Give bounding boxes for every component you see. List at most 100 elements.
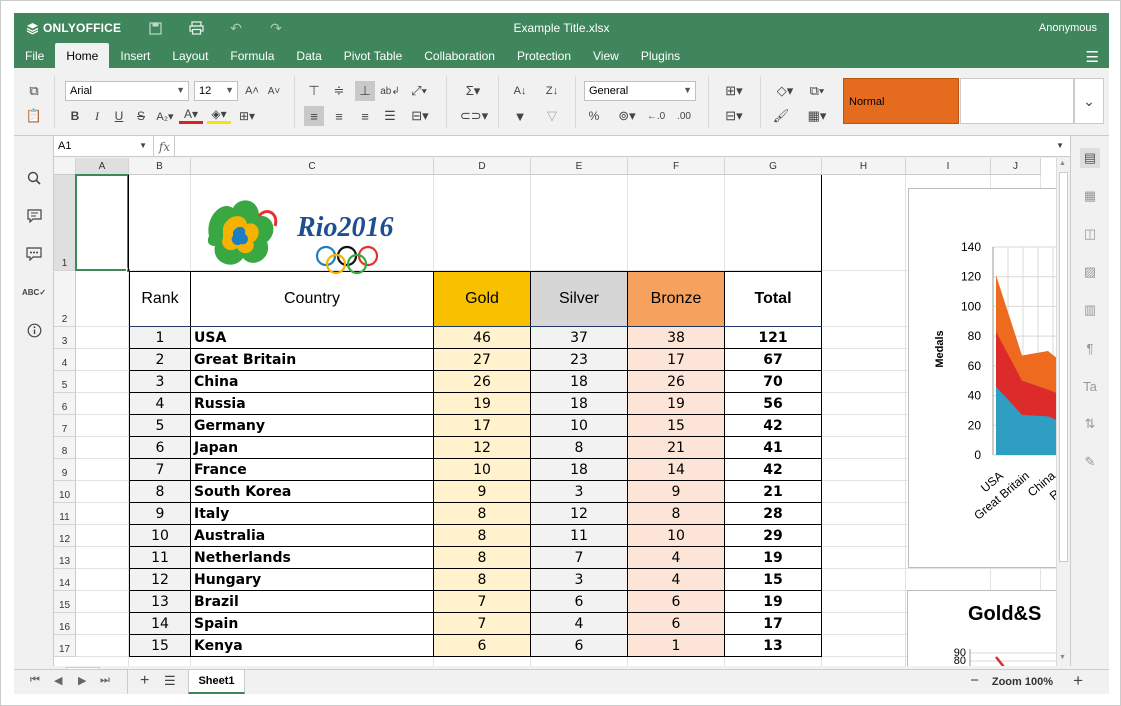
tab-view[interactable]: View (582, 43, 630, 68)
country-cell[interactable]: Australia (191, 525, 434, 547)
table-cell[interactable]: 3 (129, 371, 191, 393)
italic-icon[interactable]: I (87, 106, 107, 126)
header-total[interactable]: Total (725, 271, 822, 327)
country-cell[interactable]: Russia (191, 393, 434, 415)
table-cell[interactable]: 37 (531, 327, 628, 349)
table-cell[interactable]: 38 (628, 327, 725, 349)
table-cell[interactable]: 8 (434, 547, 531, 569)
table-cell[interactable]: 6 (628, 613, 725, 635)
table-cell[interactable]: 15 (628, 415, 725, 437)
tab-layout[interactable]: Layout (161, 43, 219, 68)
table-cell[interactable]: 6 (628, 591, 725, 613)
table-cell[interactable]: 18 (531, 459, 628, 481)
country-cell[interactable]: Netherlands (191, 547, 434, 569)
tab-formula[interactable]: Formula (219, 43, 285, 68)
format-as-table-icon[interactable]: ▦▾ (803, 106, 831, 126)
delete-cells-icon[interactable]: ⊟▾ (720, 106, 748, 126)
name-box[interactable]: A1 ▼ (54, 136, 154, 157)
search-icon[interactable] (24, 168, 44, 188)
header-silver[interactable]: Silver (531, 271, 628, 327)
spreadsheet-grid[interactable]: A B C D E F G H I J 1 2 3 4 5 6 7 8 9 10 11 12 13 14 15 16 17 Rank C… (54, 158, 1070, 666)
chevron-down-icon[interactable]: ⌄ (1074, 78, 1104, 124)
table-cell[interactable]: 10 (129, 525, 191, 547)
table-cell[interactable]: 5 (129, 415, 191, 437)
sort-descending-icon[interactable]: Z↓ (542, 81, 562, 101)
table-cell[interactable]: 8 (434, 569, 531, 591)
table-cell[interactable]: 8 (434, 503, 531, 525)
table-cell[interactable]: 3 (531, 481, 628, 503)
table-cell[interactable]: 26 (434, 371, 531, 393)
add-sheet-icon[interactable]: + (140, 672, 149, 690)
copy-icon[interactable]: ⧉ (24, 81, 44, 101)
tab-collaboration[interactable]: Collaboration (413, 43, 506, 68)
table-cell[interactable]: 8 (129, 481, 191, 503)
country-cell[interactable]: Spain (191, 613, 434, 635)
chart-settings-icon[interactable]: ▥ (1080, 300, 1100, 320)
table-cell[interactable]: 9 (129, 503, 191, 525)
table-cell[interactable]: 1 (628, 635, 725, 657)
table-cell[interactable]: 3 (531, 569, 628, 591)
table-cell[interactable]: 17 (434, 415, 531, 437)
country-cell[interactable]: China (191, 371, 434, 393)
row-header-12[interactable]: 12 (54, 525, 76, 547)
table-cell[interactable]: 56 (725, 393, 822, 415)
table-cell[interactable]: 4 (628, 569, 725, 591)
hamburger-menu-icon[interactable]: ☰ (1086, 48, 1099, 66)
table-cell[interactable]: 6 (129, 437, 191, 459)
country-cell[interactable]: USA (191, 327, 434, 349)
select-all-corner[interactable] (54, 158, 76, 175)
table-cell[interactable]: 12 (434, 437, 531, 459)
table-cell[interactable]: 19 (434, 393, 531, 415)
table-cell[interactable]: 6 (434, 635, 531, 657)
align-bottom-icon[interactable]: ⊥ (355, 81, 375, 101)
column-header-f[interactable]: F (628, 158, 725, 175)
column-header-e[interactable]: E (531, 158, 628, 175)
paragraph-settings-icon[interactable]: ¶ (1080, 338, 1100, 358)
column-header-a[interactable]: A (76, 158, 129, 175)
paste-icon[interactable]: 📋 (24, 106, 44, 126)
header-bronze[interactable]: Bronze (628, 271, 725, 327)
table-cell[interactable]: 10 (628, 525, 725, 547)
table-cell[interactable]: 14 (628, 459, 725, 481)
country-cell[interactable]: Hungary (191, 569, 434, 591)
table-cell[interactable]: 1 (129, 327, 191, 349)
table-cell[interactable]: 18 (531, 371, 628, 393)
country-cell[interactable]: France (191, 459, 434, 481)
textart-settings-icon[interactable]: Ta (1080, 376, 1100, 396)
prev-sheet-icon[interactable]: ◀ (54, 674, 62, 687)
country-cell[interactable]: Italy (191, 503, 434, 525)
sheet-tab[interactable]: Sheet1 (188, 670, 245, 694)
tab-protection[interactable]: Protection (506, 43, 582, 68)
row-header-15[interactable]: 15 (54, 591, 76, 613)
wrap-text-icon[interactable]: ab↲ (380, 81, 400, 101)
table-cell[interactable]: 12 (531, 503, 628, 525)
zoom-out-icon[interactable]: − (970, 672, 979, 689)
vertical-scroll-thumb[interactable] (1059, 172, 1068, 562)
table-cell[interactable]: 41 (725, 437, 822, 459)
row-header-3[interactable]: 3 (54, 327, 76, 349)
font-size-select[interactable]: 12 ▼ (194, 81, 238, 101)
zoom-in-icon[interactable]: + (1073, 671, 1083, 691)
table-cell[interactable]: 15 (129, 635, 191, 657)
row-header-13[interactable]: 13 (54, 547, 76, 569)
table-cell[interactable]: 7 (434, 613, 531, 635)
table-cell[interactable]: 29 (725, 525, 822, 547)
cell-style-empty[interactable] (960, 78, 1074, 124)
gold-silver-chart[interactable]: Gold&S 90 80 (907, 590, 1070, 666)
table-cell[interactable]: 4 (531, 613, 628, 635)
subscript-icon[interactable]: A₂▾ (153, 106, 177, 126)
font-color-icon[interactable]: A▾ (179, 106, 203, 124)
table-cell[interactable]: 6 (531, 591, 628, 613)
vertical-scrollbar[interactable]: ▲ ▼ (1056, 158, 1070, 666)
next-sheet-icon[interactable]: ▶ (78, 674, 86, 687)
scroll-down-icon[interactable]: ▼ (1059, 654, 1068, 664)
comments-icon[interactable] (24, 206, 44, 226)
table-cell[interactable]: 28 (725, 503, 822, 525)
column-header-c[interactable]: C (191, 158, 434, 175)
bold-icon[interactable]: B (65, 106, 85, 126)
row-header-1[interactable]: 1 (54, 175, 76, 271)
shape-settings-icon[interactable]: ◫ (1080, 224, 1100, 244)
merge-cells-icon[interactable]: ⊟▾ (407, 106, 433, 126)
column-header-d[interactable]: D (434, 158, 531, 175)
percent-icon[interactable]: % (584, 106, 604, 126)
